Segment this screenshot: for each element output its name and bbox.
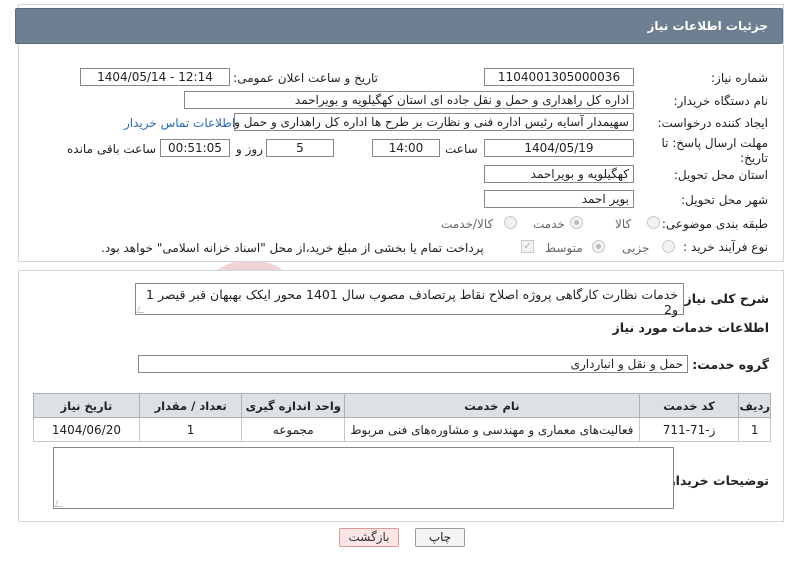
category-radio-goods-service[interactable]	[504, 216, 517, 229]
col-unit: واحد اندازه گیری	[241, 393, 346, 418]
deadline-date-field: 1404/05/19	[484, 139, 634, 157]
col-service-code: کد خدمت	[638, 393, 740, 418]
summary-textarea[interactable]: خدمات نظارت کارگاهی پروژه اصلاح نقاط پرت…	[135, 283, 684, 317]
summary-text: خدمات نظارت کارگاهی پروژه اصلاح نقاط پرت…	[146, 287, 678, 317]
deadline-label: مهلت ارسال پاسخ: تا تاریخ:	[661, 136, 768, 165]
purchase-option-medium: متوسط	[545, 241, 583, 255]
treasury-payment-note: پرداخت تمام یا بخشی از مبلغ خرید،از محل …	[101, 241, 484, 255]
need-number-field: 1104001305000036	[484, 68, 634, 86]
province-label: استان محل تحویل:	[673, 168, 768, 182]
col-quantity: تعداد / مقدار	[138, 393, 243, 418]
time-label: ساعت	[445, 142, 478, 156]
cell-quantity: 1	[138, 417, 243, 442]
col-service-name: نام خدمت	[344, 393, 640, 418]
need-number-label: شماره نیاز:	[711, 71, 768, 85]
category-option-goods: کالا	[615, 217, 632, 231]
print-button[interactable]: چاپ	[415, 528, 465, 547]
cell-service-code: ز-71-711	[638, 417, 740, 442]
services-table: ردیف کد خدمت نام خدمت واحد اندازه گیری ت…	[33, 393, 771, 442]
table-header-row: ردیف کد خدمت نام خدمت واحد اندازه گیری ت…	[33, 393, 771, 418]
province-field: کهگیلویه و بویراحمد	[484, 165, 634, 183]
services-heading: اطلاعات خدمات مورد نیاز	[612, 320, 770, 335]
treasury-payment-checkbox[interactable]: ✓	[521, 240, 534, 253]
purchase-option-minor: جزیی	[622, 241, 650, 255]
purchase-radio-medium[interactable]	[592, 240, 605, 253]
buyer-org-field: اداره کل راهداری و حمل و نقل جاده ای است…	[184, 91, 634, 109]
buyer-notes-label: توضیحات خریدار:	[663, 473, 769, 488]
announce-datetime-field: 1404/05/14 - 12:14	[80, 68, 230, 86]
category-label: طبقه بندی موضوعی:	[661, 217, 768, 231]
deadline-time-field: 14:00	[372, 139, 440, 157]
buyer-notes-textarea[interactable]	[53, 447, 674, 509]
purchase-radio-minor[interactable]	[662, 240, 675, 253]
remaining-time-field: 00:51:05	[160, 139, 230, 157]
col-need-date: تاریخ نیاز	[33, 393, 140, 418]
remaining-label: ساعت باقی مانده	[67, 142, 157, 156]
city-field: بویر احمد	[484, 190, 634, 208]
days-label: روز و	[236, 142, 263, 156]
resize-handle[interactable]	[54, 500, 65, 507]
table-row: 1 ز-71-711 فعالیت‌های معماری و مهندسی و …	[33, 417, 771, 442]
resize-handle[interactable]	[136, 306, 147, 313]
category-option-service: خدمت	[533, 217, 565, 231]
city-label: شهر محل تحویل:	[681, 193, 768, 207]
buyer-org-label: نام دستگاه خریدار:	[673, 94, 769, 108]
col-row: ردیف	[738, 393, 771, 418]
category-radio-service[interactable]	[570, 216, 583, 229]
service-group-label: گروه خدمت:	[692, 357, 769, 372]
cell-unit: مجموعه	[241, 417, 346, 442]
summary-label: شرح کلی نیاز:	[679, 291, 769, 306]
page-title: جزئیات اطلاعات نیاز	[647, 19, 768, 33]
cell-need-date: 1404/06/20	[33, 417, 140, 442]
creator-field: سهیمدار آسایه رئیس اداره فنی و نظارت بر …	[234, 113, 634, 131]
service-group-field: حمل و نقل و انبارداری	[138, 355, 688, 373]
category-radio-goods[interactable]	[647, 216, 660, 229]
cell-row: 1	[738, 417, 771, 442]
back-button[interactable]: بازگشت	[339, 528, 399, 547]
cell-service-name: فعالیت‌های معماری و مهندسی و مشاوره‌های …	[344, 417, 640, 442]
purchase-type-label: نوع فرآیند خرید :	[683, 240, 768, 254]
panel-header: جزئیات اطلاعات نیاز	[15, 8, 783, 44]
buyer-contact-link[interactable]: اطلاعات تماس خریدار	[124, 116, 235, 130]
category-option-goods-service: کالا/خدمت	[441, 217, 494, 231]
days-field: 5	[266, 139, 334, 157]
announce-label: تاریخ و ساعت اعلان عمومی:	[233, 71, 378, 85]
creator-label: ایجاد کننده درخواست:	[657, 116, 768, 130]
